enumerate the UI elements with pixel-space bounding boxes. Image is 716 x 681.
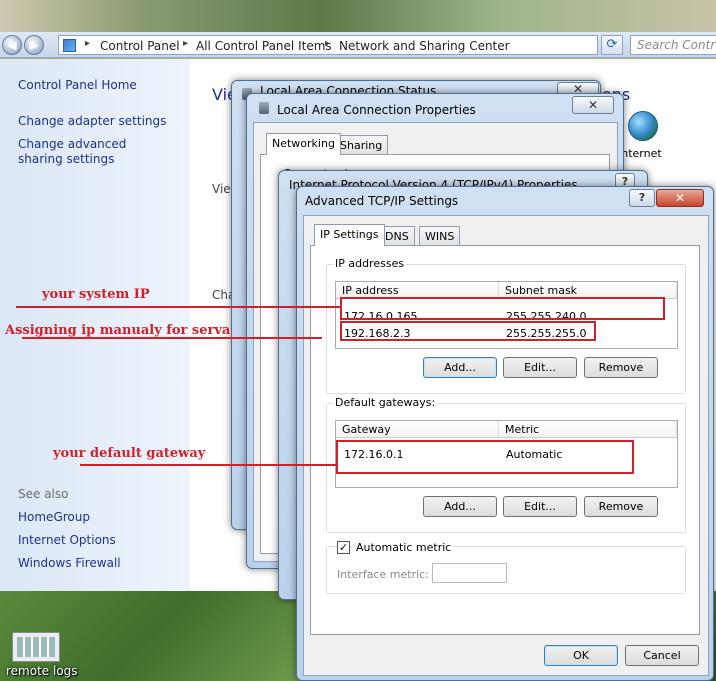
change-advanced-sharing-link[interactable]: Change advanced sharing settings bbox=[18, 137, 168, 167]
internet-options-link[interactable]: Internet Options bbox=[18, 533, 116, 548]
back-arrow-icon[interactable]: ◀ bbox=[2, 35, 22, 55]
chevron-right-icon[interactable]: ▸ bbox=[325, 38, 330, 49]
connection-properties-title: Local Area Connection Properties bbox=[277, 103, 476, 117]
ip-add-button[interactable]: Add... bbox=[423, 357, 497, 378]
help-icon[interactable]: ? bbox=[629, 189, 655, 207]
desktop-icon-label: remote logs bbox=[6, 664, 78, 678]
desktop-wallpaper-strip bbox=[0, 0, 716, 32]
breadcrumb-network-sharing[interactable]: Network and Sharing Center bbox=[339, 39, 510, 53]
gateway-remove-button[interactable]: Remove bbox=[584, 496, 658, 517]
homegroup-link[interactable]: HomeGroup bbox=[18, 510, 90, 525]
gateway-add-button[interactable]: Add... bbox=[423, 496, 497, 517]
control-panel-icon bbox=[63, 39, 76, 52]
interface-metric-label: Interface metric: bbox=[337, 568, 429, 581]
ip-edit-button[interactable]: Edit... bbox=[503, 357, 577, 378]
control-panel-home-link[interactable]: Control Panel Home bbox=[18, 78, 137, 93]
windows-firewall-link[interactable]: Windows Firewall bbox=[18, 556, 121, 571]
tab-wins[interactable]: WINS bbox=[419, 226, 461, 246]
forward-arrow-icon[interactable]: ▶ bbox=[24, 35, 44, 55]
advanced-tcpip-title: Advanced TCP/IP Settings bbox=[305, 194, 459, 208]
ok-button[interactable]: OK bbox=[544, 645, 618, 666]
chevron-right-icon[interactable]: ▸ bbox=[183, 38, 188, 49]
manual-ip-highlight-box bbox=[340, 321, 596, 341]
gateway-column-header[interactable]: Gateway bbox=[336, 421, 499, 438]
remote-logs-desktop-icon[interactable] bbox=[12, 632, 60, 662]
tab-networking[interactable]: Networking bbox=[266, 133, 341, 155]
internet-globe-icon[interactable] bbox=[628, 111, 658, 141]
annotation-system-ip: your system IP bbox=[42, 287, 150, 302]
gateway-highlight-box bbox=[336, 440, 634, 474]
network-icon bbox=[259, 102, 269, 114]
annotation-manual-ip: Assigning ip manualy for serva bbox=[5, 323, 231, 338]
interface-metric-field[interactable] bbox=[432, 563, 507, 583]
automatic-metric-checkbox[interactable]: ✓ bbox=[337, 541, 350, 554]
system-ip-highlight-box bbox=[340, 297, 665, 320]
system-ip-pointer-line bbox=[16, 306, 342, 308]
see-also-heading: See also bbox=[18, 487, 69, 501]
tab-ip-settings[interactable]: IP Settings bbox=[314, 224, 385, 246]
cancel-button[interactable]: Cancel bbox=[625, 645, 699, 666]
tab-sharing[interactable]: Sharing bbox=[334, 135, 389, 155]
change-adapter-settings-link[interactable]: Change adapter settings bbox=[18, 114, 166, 129]
address-field[interactable]: ▸ Control Panel ▸ All Control Panel Item… bbox=[58, 35, 650, 55]
breadcrumb-control-panel[interactable]: Control Panel bbox=[100, 39, 180, 53]
automatic-metric-group: ✓ Automatic metric Interface metric: bbox=[326, 541, 686, 594]
default-gateways-heading: Default gateways: bbox=[333, 396, 438, 409]
annotation-default-gateway: your default gateway bbox=[53, 446, 206, 461]
close-icon[interactable]: ✕ bbox=[572, 96, 614, 114]
ip-remove-button[interactable]: Remove bbox=[584, 357, 658, 378]
advanced-tcpip-window: Advanced TCP/IP Settings ? ✕ IP Settings… bbox=[296, 186, 714, 681]
chevron-right-icon[interactable]: ▸ bbox=[85, 38, 90, 49]
close-icon[interactable]: ✕ bbox=[656, 189, 704, 207]
manual-ip-pointer-line bbox=[22, 337, 322, 339]
search-input[interactable]: Search Control Panel bbox=[630, 35, 716, 55]
ip-addresses-heading: IP addresses bbox=[333, 257, 407, 270]
internet-label: Internet bbox=[618, 147, 662, 160]
breadcrumb-all-items[interactable]: All Control Panel Items bbox=[196, 39, 332, 53]
refresh-icon[interactable]: ⟳ bbox=[601, 35, 623, 55]
metric-column-header[interactable]: Metric bbox=[499, 421, 677, 438]
gateway-edit-button[interactable]: Edit... bbox=[503, 496, 577, 517]
gateway-pointer-line bbox=[80, 464, 338, 466]
automatic-metric-label: Automatic metric bbox=[354, 541, 454, 554]
